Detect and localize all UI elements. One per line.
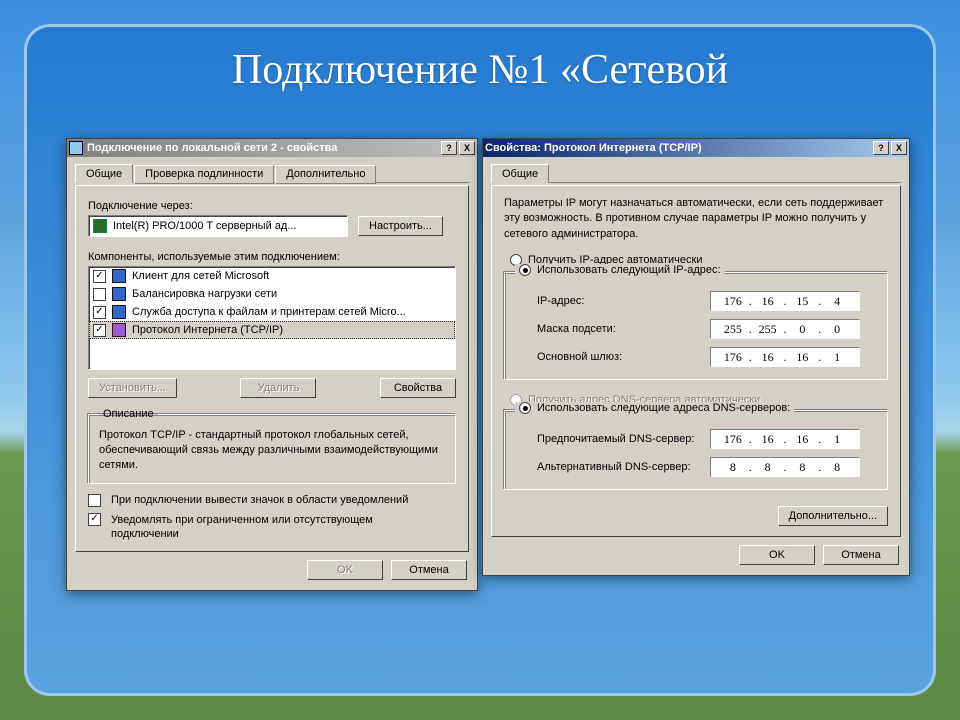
- description-legend: Описание: [99, 408, 158, 420]
- list-item[interactable]: Балансировка нагрузки сети: [89, 285, 455, 303]
- help-button[interactable]: ?: [873, 141, 889, 155]
- checkbox[interactable]: [93, 288, 106, 301]
- configure-button[interactable]: Настроить...: [358, 216, 443, 236]
- notify-label: Уведомлять при ограниченном или отсутств…: [111, 513, 441, 542]
- dns1-field[interactable]: 176.16.16.1: [710, 429, 860, 449]
- client-icon: [112, 269, 126, 283]
- checkbox[interactable]: ✓: [93, 270, 106, 283]
- item-label: Служба доступа к файлам и принтерам сете…: [132, 306, 406, 318]
- tray-label: При подключении вывести значок в области…: [111, 494, 408, 506]
- help-text: Параметры IP могут назначаться автоматич…: [504, 196, 888, 242]
- list-item[interactable]: ✓ Клиент для сетей Microsoft: [89, 267, 455, 285]
- dns2-field[interactable]: 8.8.8.8: [710, 457, 860, 477]
- tab-auth[interactable]: Проверка подлинности: [134, 165, 274, 184]
- mask-label: Маска подсети:: [537, 323, 702, 335]
- ok-button[interactable]: OK: [739, 545, 815, 565]
- install-button[interactable]: Установить...: [88, 378, 177, 398]
- ok-button[interactable]: OK: [307, 560, 383, 580]
- tray-checkbox[interactable]: [88, 494, 101, 507]
- service-icon: [112, 287, 126, 301]
- tabstrip: Общие: [491, 163, 901, 183]
- close-button[interactable]: X: [891, 141, 907, 155]
- help-button[interactable]: ?: [441, 141, 457, 155]
- list-item[interactable]: ✓ Служба доступа к файлам и принтерам се…: [89, 303, 455, 321]
- dns-manual-group: Использовать следующие адреса DNS-сервер…: [504, 410, 888, 490]
- ip-label: IP-адрес:: [537, 295, 702, 307]
- components-list[interactable]: ✓ Клиент для сетей Microsoft Балансировк…: [88, 266, 456, 370]
- description-text: Протокол TCP/IP - стандартный протокол г…: [99, 428, 445, 473]
- tab-advanced[interactable]: Дополнительно: [275, 165, 376, 184]
- ip-manual-group: Использовать следующий IP-адрес: IP-адре…: [504, 272, 888, 380]
- slide-title: Подключение №1 «Сетевой: [24, 24, 936, 94]
- dns1-label: Предпочитаемый DNS-сервер:: [537, 433, 702, 445]
- radio-ip-manual-label: Использовать следующий IP-адрес:: [537, 264, 721, 276]
- titlebar[interactable]: Подключение по локальной сети 2 - свойст…: [67, 139, 477, 157]
- properties-button[interactable]: Свойства: [380, 378, 456, 398]
- tabstrip: Общие Проверка подлинности Дополнительно: [75, 163, 469, 183]
- mask-field[interactable]: 255.255.0.0: [710, 319, 860, 339]
- item-label: Протокол Интернета (TCP/IP): [132, 324, 283, 336]
- cancel-button[interactable]: Отмена: [823, 545, 899, 565]
- close-button[interactable]: X: [459, 141, 475, 155]
- checkbox[interactable]: ✓: [93, 324, 106, 337]
- gateway-label: Основной шлюз:: [537, 351, 702, 363]
- adapter-name: Intel(R) PRO/1000 T серверный ад...: [113, 220, 297, 232]
- notify-checkbox[interactable]: ✓: [88, 513, 101, 526]
- remove-button[interactable]: Удалить: [240, 378, 316, 398]
- dns2-label: Альтернативный DNS-сервер:: [537, 461, 702, 473]
- list-item[interactable]: ✓ Протокол Интернета (TCP/IP): [89, 321, 455, 339]
- components-label: Компоненты, используемые этим подключени…: [88, 251, 456, 263]
- description-group: Описание Протокол TCP/IP - стандартный п…: [88, 408, 456, 484]
- checkbox[interactable]: ✓: [93, 306, 106, 319]
- ip-field[interactable]: 176.16.15.4: [710, 291, 860, 311]
- titlebar[interactable]: Свойства: Протокол Интернета (TCP/IP) ? …: [483, 139, 909, 157]
- connect-via-label: Подключение через:: [88, 200, 456, 212]
- adapter-field: Intel(R) PRO/1000 T серверный ад...: [88, 215, 348, 237]
- service-icon: [112, 305, 126, 319]
- window-title: Подключение по локальной сети 2 - свойст…: [87, 142, 337, 154]
- tab-general[interactable]: Общие: [491, 164, 549, 183]
- cancel-button[interactable]: Отмена: [391, 560, 467, 580]
- radio-dns-manual[interactable]: [519, 402, 531, 414]
- radio-ip-manual[interactable]: [519, 264, 531, 276]
- gateway-field[interactable]: 176.16.16.1: [710, 347, 860, 367]
- item-label: Клиент для сетей Microsoft: [132, 270, 269, 282]
- item-label: Балансировка нагрузки сети: [132, 288, 277, 300]
- radio-dns-manual-label: Использовать следующие адреса DNS-сервер…: [537, 402, 790, 414]
- advanced-button[interactable]: Дополнительно...: [778, 506, 888, 526]
- adapter-icon: [93, 219, 107, 233]
- window-title: Свойства: Протокол Интернета (TCP/IP): [485, 142, 702, 154]
- app-icon: [69, 141, 83, 155]
- protocol-icon: [112, 323, 126, 337]
- lan-properties-dialog: Подключение по локальной сети 2 - свойст…: [66, 138, 478, 591]
- tcpip-properties-dialog: Свойства: Протокол Интернета (TCP/IP) ? …: [482, 138, 910, 576]
- tab-general[interactable]: Общие: [75, 164, 133, 183]
